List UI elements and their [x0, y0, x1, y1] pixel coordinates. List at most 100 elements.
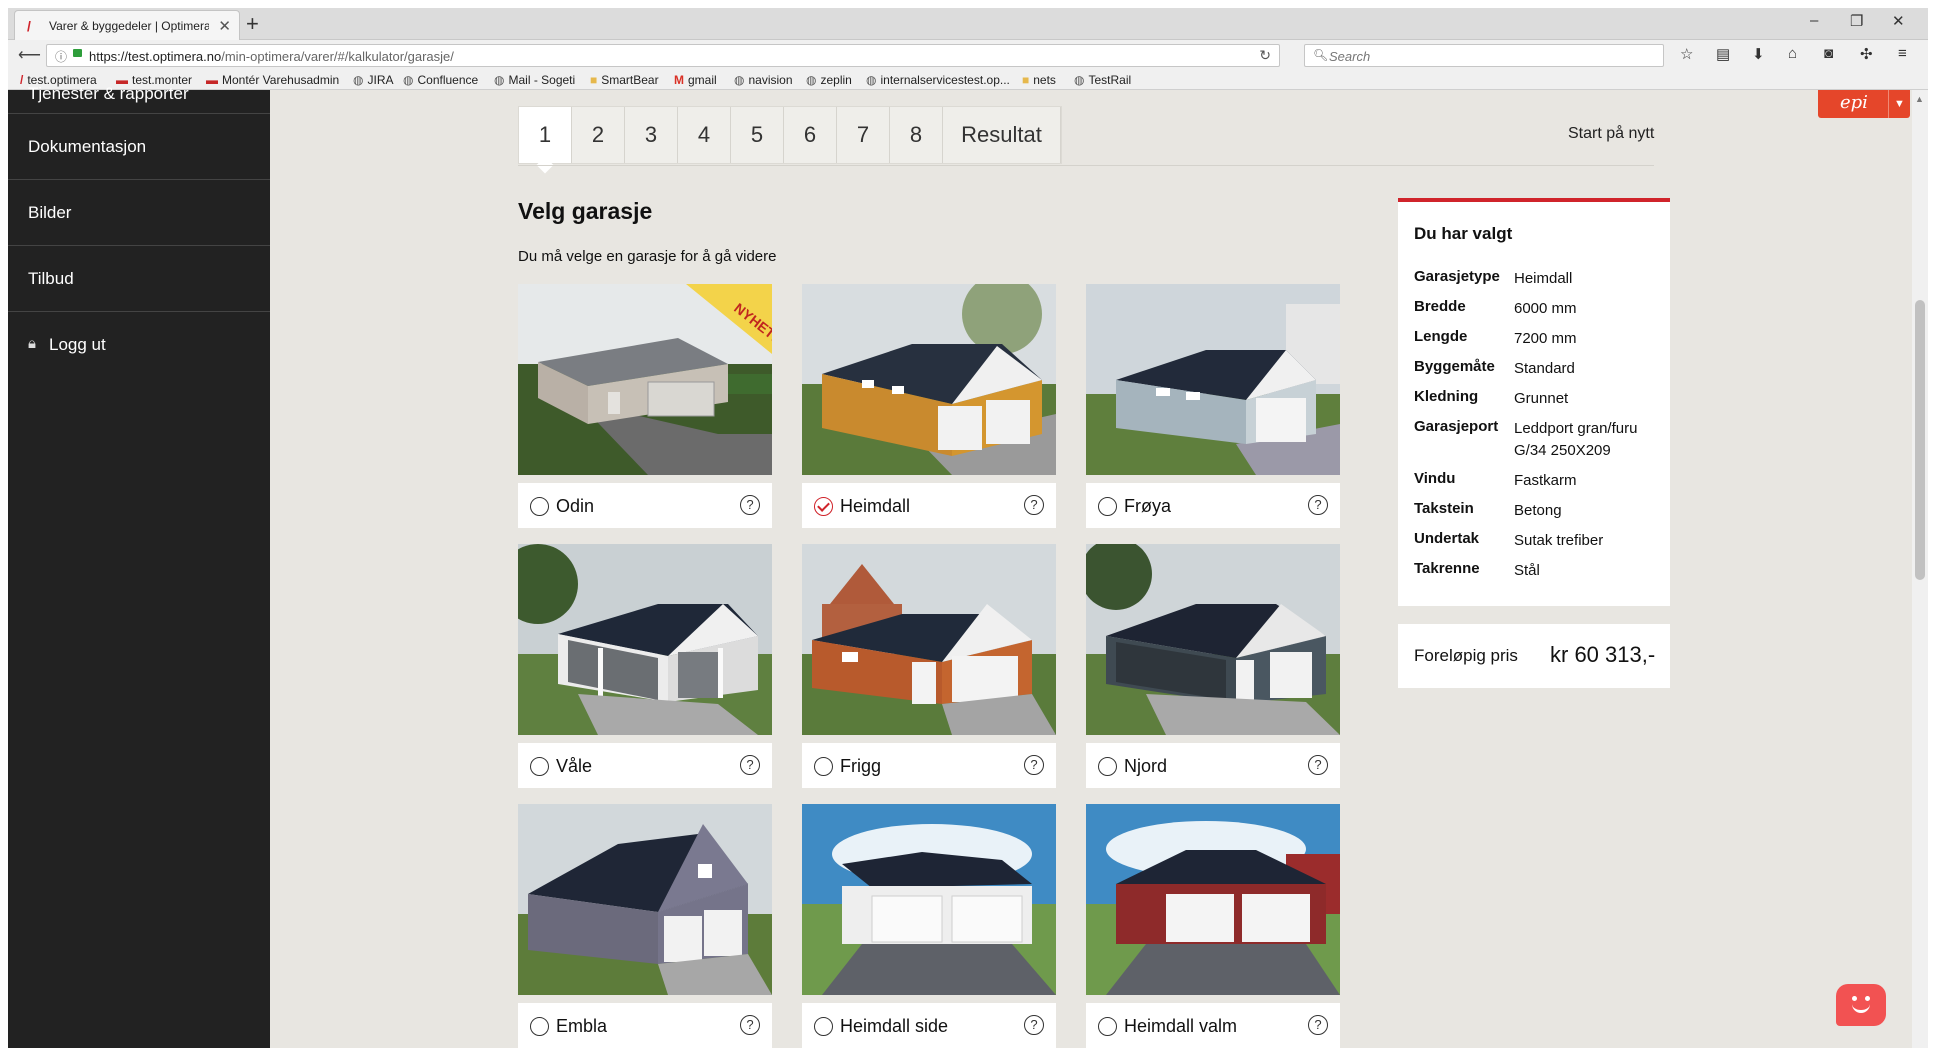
- url-text[interactable]: https://test.optimera.no/min-optimera/va…: [89, 49, 454, 64]
- chevron-down-icon[interactable]: ▼: [1888, 90, 1910, 118]
- garage-card-odin[interactable]: NYHET! Odin ?: [518, 284, 772, 528]
- garage-option[interactable]: Frigg ?: [802, 743, 1056, 788]
- garage-image[interactable]: [1086, 544, 1340, 735]
- bookmark-item[interactable]: ◍ zeplin: [806, 73, 852, 87]
- search-input[interactable]: 🔍︎ Search: [1304, 44, 1664, 67]
- bookmark-item[interactable]: ◍ TestRail: [1074, 73, 1131, 87]
- garage-card-heimdall[interactable]: Heimdall ?: [802, 284, 1056, 528]
- garage-option[interactable]: Odin ?: [518, 483, 772, 528]
- radio-button[interactable]: [530, 497, 549, 516]
- help-icon[interactable]: ?: [1308, 1015, 1328, 1035]
- step-tab-7[interactable]: 7: [837, 107, 890, 163]
- help-icon[interactable]: ?: [740, 495, 760, 515]
- garage-option[interactable]: Njord ?: [1086, 743, 1340, 788]
- garage-card-embla[interactable]: Embla ?: [518, 804, 772, 1048]
- step-tab-resultat[interactable]: Resultat: [943, 107, 1061, 163]
- garage-card-heimdall-side[interactable]: Heimdall side ?: [802, 804, 1056, 1048]
- garage-card-heimdall-valm[interactable]: Heimdall valm ?: [1086, 804, 1340, 1048]
- chat-widget-button[interactable]: [1836, 984, 1886, 1026]
- bookmark-item[interactable]: ▬ Montér Varehusadmin: [206, 73, 339, 87]
- garage-option[interactable]: Heimdall valm ?: [1086, 1003, 1340, 1048]
- pocket-icon[interactable]: ◙: [1824, 45, 1833, 62]
- garage-image[interactable]: [802, 284, 1056, 475]
- bookmark-item[interactable]: ◍ Confluence: [403, 73, 478, 87]
- garage-card-frigg[interactable]: Frigg ?: [802, 544, 1056, 788]
- step-tab-2[interactable]: 2: [572, 107, 625, 163]
- garage-option[interactable]: Embla ?: [518, 1003, 772, 1048]
- help-icon[interactable]: ?: [1308, 755, 1328, 775]
- episerver-toolbar-button[interactable]: epi ▼: [1818, 90, 1910, 118]
- sidebar-item-partial-row[interactable]: [8, 90, 270, 114]
- help-icon[interactable]: ?: [1024, 1015, 1044, 1035]
- restart-link[interactable]: Start på nytt: [1568, 125, 1654, 143]
- home-icon[interactable]: ⌂: [1788, 45, 1797, 62]
- bookmark-item[interactable]: ■ nets: [1022, 73, 1056, 87]
- garage-image[interactable]: [802, 544, 1056, 735]
- browser-tab[interactable]: / Varer & byggedeler | Optimera ✕: [14, 10, 240, 40]
- page-scrollbar[interactable]: ▲: [1912, 90, 1928, 1048]
- sidebar-item-bilder[interactable]: Bilder: [8, 180, 270, 246]
- search-icon: 🔍︎: [1313, 48, 1329, 62]
- bookmark-item[interactable]: ◍ JIRA: [353, 73, 394, 87]
- garage-image[interactable]: [1086, 804, 1340, 995]
- bookmark-item[interactable]: ◍ navision: [734, 73, 793, 87]
- address-bar[interactable]: ⓘ https://test.optimera.no/min-optimera/…: [46, 44, 1280, 67]
- close-tab-icon[interactable]: ✕: [218, 17, 231, 35]
- help-icon[interactable]: ?: [1024, 495, 1044, 515]
- step-tab-1[interactable]: 1: [519, 107, 572, 163]
- price-box: Foreløpig pris kr 60 313,-: [1398, 624, 1670, 688]
- garage-option[interactable]: Heimdall side ?: [802, 1003, 1056, 1048]
- info-icon[interactable]: ⓘ: [55, 48, 67, 65]
- garage-image[interactable]: [518, 804, 772, 995]
- garage-image[interactable]: [518, 544, 772, 735]
- bookmark-item[interactable]: ■ SmartBear: [590, 73, 659, 87]
- garage-card-njord[interactable]: Njord ?: [1086, 544, 1340, 788]
- garage-image[interactable]: [1086, 284, 1340, 475]
- radio-button-selected[interactable]: [814, 497, 833, 516]
- garage-card-froya[interactable]: Frøya ?: [1086, 284, 1340, 528]
- download-icon[interactable]: ⬇: [1752, 45, 1765, 63]
- gmail-icon: M: [674, 73, 684, 87]
- bookmark-item[interactable]: ◍ internalservicestest.op...: [866, 73, 1010, 87]
- reading-list-icon[interactable]: ▤: [1716, 45, 1730, 63]
- menu-icon[interactable]: ≡: [1898, 45, 1907, 62]
- help-icon[interactable]: ?: [740, 755, 760, 775]
- radio-button[interactable]: [1098, 497, 1117, 516]
- sidebar-item-logout[interactable]: 🔒︎ Logg ut: [8, 312, 270, 378]
- bookmark-item[interactable]: Mgmail: [674, 73, 717, 87]
- help-icon[interactable]: ?: [1024, 755, 1044, 775]
- garage-option[interactable]: Frøya ?: [1086, 483, 1340, 528]
- extension-icon[interactable]: ✣: [1860, 45, 1873, 63]
- step-tab-5[interactable]: 5: [731, 107, 784, 163]
- new-tab-button[interactable]: +: [246, 11, 259, 37]
- sidebar-item-dokumentasjon[interactable]: Dokumentasjon: [8, 114, 270, 180]
- step-tab-3[interactable]: 3: [625, 107, 678, 163]
- close-window-icon[interactable]: ✕: [1892, 12, 1905, 30]
- radio-button[interactable]: [530, 757, 549, 776]
- radio-button[interactable]: [530, 1017, 549, 1036]
- help-icon[interactable]: ?: [1308, 495, 1328, 515]
- step-tab-4[interactable]: 4: [678, 107, 731, 163]
- garage-image[interactable]: [802, 804, 1056, 995]
- help-icon[interactable]: ?: [740, 1015, 760, 1035]
- scroll-up-icon[interactable]: ▲: [1915, 94, 1924, 104]
- sidebar-item-tilbud[interactable]: Tilbud: [8, 246, 270, 312]
- back-button-icon[interactable]: ⟵: [18, 45, 41, 65]
- radio-button[interactable]: [1098, 1017, 1117, 1036]
- radio-button[interactable]: [814, 757, 833, 776]
- garage-name: Odin: [556, 496, 595, 516]
- step-tab-8[interactable]: 8: [890, 107, 943, 163]
- garage-image[interactable]: NYHET!: [518, 284, 772, 475]
- garage-option[interactable]: Våle ?: [518, 743, 772, 788]
- restore-icon[interactable]: ❐: [1850, 12, 1863, 30]
- bookmark-item[interactable]: ◍ Mail - Sogeti: [494, 73, 575, 87]
- bookmark-star-icon[interactable]: ☆: [1680, 45, 1693, 63]
- scrollbar-thumb[interactable]: [1915, 300, 1925, 580]
- radio-button[interactable]: [814, 1017, 833, 1036]
- garage-option[interactable]: Heimdall ?: [802, 483, 1056, 528]
- garage-card-vale[interactable]: Våle ?: [518, 544, 772, 788]
- step-tab-6[interactable]: 6: [784, 107, 837, 163]
- radio-button[interactable]: [1098, 757, 1117, 776]
- minimize-icon[interactable]: –: [1810, 12, 1818, 29]
- reload-icon[interactable]: ↻: [1259, 47, 1271, 64]
